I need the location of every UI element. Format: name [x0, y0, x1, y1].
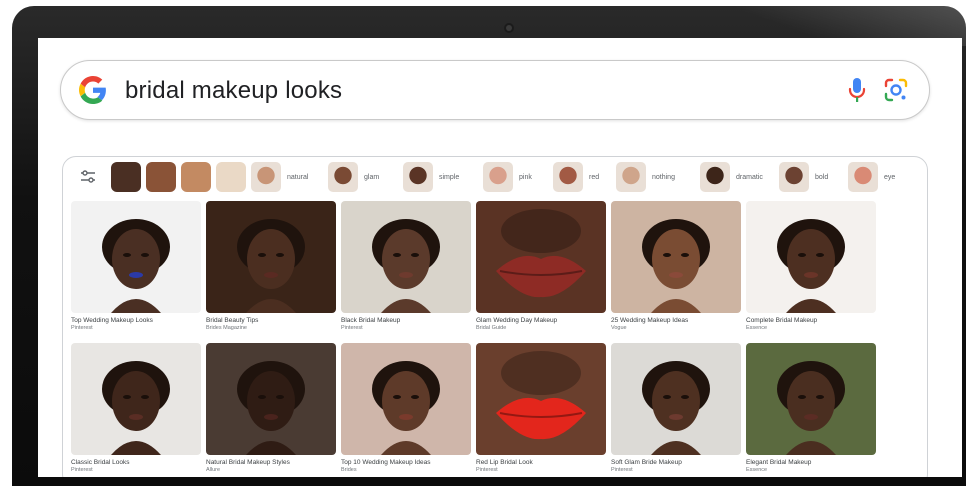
result-thumbnail[interactable] [341, 343, 471, 455]
result-caption[interactable]: Top 10 Wedding Makeup Ideas [341, 459, 471, 466]
color-swatch-chip[interactable] [146, 162, 176, 192]
filter-chip[interactable]: nothing [616, 162, 675, 192]
image-result-tile[interactable]: Natural Bridal Makeup Styles Allure [206, 343, 336, 473]
filter-chip[interactable]: natural [251, 162, 308, 192]
result-source: Brides Magazine [206, 325, 247, 331]
chip-thumbnail [403, 162, 433, 192]
image-result-tile[interactable]: Soft Glam Bride Makeup Pinterest [611, 343, 741, 473]
result-thumbnail[interactable] [611, 343, 741, 455]
result-source: Pinterest [71, 325, 93, 331]
chip-label: bold [815, 173, 829, 181]
result-thumbnail[interactable] [206, 201, 336, 313]
color-swatch-chip[interactable] [111, 162, 141, 192]
result-thumbnail[interactable] [71, 343, 201, 455]
chip-thumbnail [616, 162, 646, 192]
result-source: Essence [746, 325, 768, 331]
filter-chip[interactable]: dramatic [700, 162, 763, 192]
filter-chip[interactable]: bold [779, 162, 828, 192]
result-caption[interactable]: Top Wedding Makeup Looks [71, 317, 201, 324]
result-thumbnail[interactable] [476, 201, 606, 313]
webcam [506, 25, 512, 31]
filter-chip[interactable]: red [553, 162, 599, 192]
result-caption[interactable]: 25 Wedding Makeup Ideas [611, 317, 741, 324]
image-result-tile[interactable]: 25 Wedding Makeup Ideas Vogue [611, 201, 741, 331]
result-caption[interactable]: Natural Bridal Makeup Styles [206, 459, 336, 466]
result-thumbnail[interactable] [71, 201, 201, 313]
chip-label: pink [519, 173, 532, 181]
result-caption[interactable]: Red Lip Bridal Look [476, 459, 606, 466]
result-caption[interactable]: Bridal Beauty Tips [206, 317, 336, 324]
result-thumbnail[interactable] [206, 343, 336, 455]
chip-thumbnail [251, 162, 281, 192]
filter-chip[interactable]: eye [848, 162, 895, 192]
filter-chip[interactable]: pink [483, 162, 532, 192]
image-results-panel: natural glam simple pink red nothing dramatic b… [62, 156, 928, 477]
chip-label: dramatic [736, 173, 763, 181]
result-thumbnail[interactable] [476, 343, 606, 455]
result-source: Pinterest [71, 467, 93, 473]
result-source: Essence [746, 467, 768, 473]
chip-label: red [589, 173, 600, 181]
result-caption[interactable]: Soft Glam Bride Makeup [611, 459, 741, 466]
result-thumbnail[interactable] [611, 201, 741, 313]
color-swatch-chip[interactable] [181, 162, 211, 192]
image-result-tile[interactable]: Classic Bridal Looks Pinterest [71, 343, 201, 473]
filter-chip[interactable]: simple [403, 162, 459, 192]
result-source: Pinterest [611, 467, 633, 473]
tune-filter-icon[interactable] [79, 168, 97, 186]
chip-thumbnail [779, 162, 809, 192]
chip-label: nothing [652, 173, 675, 181]
laptop-screen: bridal makeup looks natural glam simple … [38, 38, 962, 477]
image-result-tile[interactable]: Top 10 Wedding Makeup Ideas Brides [341, 343, 471, 473]
chip-thumbnail [553, 162, 583, 192]
chip-thumbnail [483, 162, 513, 192]
result-thumbnail[interactable] [746, 343, 876, 455]
color-swatch-chip[interactable] [216, 162, 246, 192]
chip-thumbnail [700, 162, 730, 192]
result-caption[interactable]: Glam Wedding Day Makeup [476, 317, 606, 324]
chip-thumbnail [848, 162, 878, 192]
image-result-tile[interactable]: Elegant Bridal Makeup Essence [746, 343, 876, 473]
result-caption[interactable]: Elegant Bridal Makeup [746, 459, 876, 466]
result-source: Pinterest [341, 325, 363, 331]
filter-chip-bar: natural glam simple pink red nothing dramatic b… [63, 157, 927, 197]
filter-chip[interactable]: glam [328, 162, 379, 192]
google-lens-icon[interactable] [883, 77, 909, 103]
result-caption[interactable]: Complete Bridal Makeup [746, 317, 876, 324]
image-result-tile[interactable]: Black Bridal Makeup Pinterest [341, 201, 471, 331]
image-result-tile[interactable]: Top Wedding Makeup Looks Pinterest [71, 201, 201, 331]
image-result-tile[interactable]: Glam Wedding Day Makeup Bridal Guide [476, 201, 606, 331]
result-source: Brides [341, 467, 357, 473]
result-caption[interactable]: Classic Bridal Looks [71, 459, 201, 466]
result-source: Vogue [611, 325, 627, 331]
chip-label: glam [364, 173, 380, 181]
chip-label: eye [884, 173, 896, 181]
microphone-icon[interactable] [847, 76, 867, 104]
result-source: Pinterest [476, 467, 498, 473]
image-result-tile[interactable]: Complete Bridal Makeup Essence [746, 201, 876, 331]
google-logo-icon [79, 76, 107, 104]
result-source: Allure [206, 467, 221, 473]
image-result-tile[interactable]: Bridal Beauty Tips Brides Magazine [206, 201, 336, 331]
result-thumbnail[interactable] [341, 201, 471, 313]
result-caption[interactable]: Black Bridal Makeup [341, 317, 471, 324]
chip-thumbnail [328, 162, 358, 192]
search-bar[interactable]: bridal makeup looks [60, 60, 930, 120]
chip-label: simple [439, 173, 460, 181]
chip-label: natural [287, 173, 309, 181]
search-query-text: bridal makeup looks [125, 77, 343, 104]
result-thumbnail[interactable] [746, 201, 876, 313]
image-result-tile[interactable]: Red Lip Bridal Look Pinterest [476, 343, 606, 473]
result-source: Bridal Guide [476, 325, 507, 331]
